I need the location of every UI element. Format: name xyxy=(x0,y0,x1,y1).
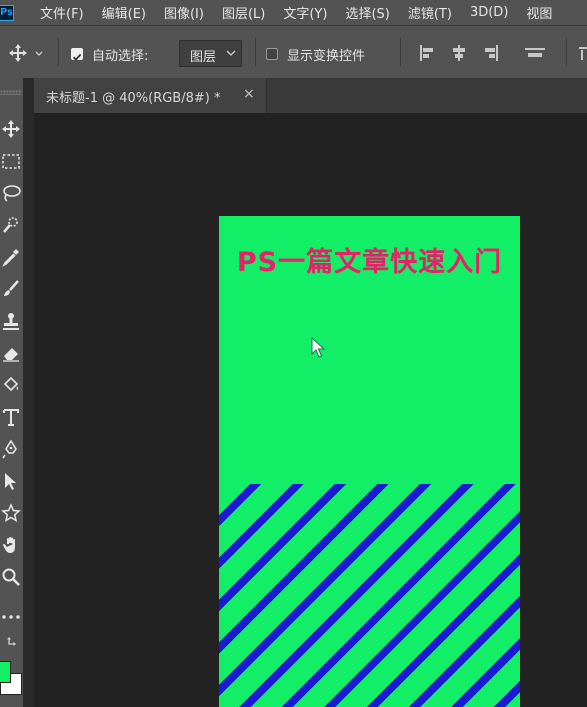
align-top-icon[interactable] xyxy=(524,44,545,62)
auto-select-label: 自动选择: xyxy=(92,49,149,64)
auto-select-target-dropdown[interactable]: 图层 xyxy=(179,40,242,67)
stamp-tool-icon[interactable] xyxy=(0,308,22,334)
menu-filter[interactable]: 滤镜(T) xyxy=(408,3,452,22)
mouse-cursor-icon xyxy=(311,336,327,363)
document-tab-title: 未标题-1 @ 40%(RGB/8#) * xyxy=(46,91,221,106)
menu-3d[interactable]: 3D(D) xyxy=(470,5,508,20)
zoom-tool-icon[interactable] xyxy=(0,564,22,590)
hand-tool-icon[interactable] xyxy=(0,532,22,558)
auto-select-checkbox[interactable] xyxy=(71,48,83,61)
chevron-down-icon xyxy=(226,47,236,63)
divider xyxy=(400,38,401,66)
paint-bucket-tool-icon[interactable] xyxy=(0,372,22,398)
canvas-heading-text[interactable]: PS一篇文章快速入门 xyxy=(219,240,520,279)
menu-bar: Ps 文件(F) 编辑(E) 图像(I) 图层(L) 文字(Y) 选择(S) 滤… xyxy=(0,0,587,25)
divider xyxy=(58,38,59,66)
panel-grip[interactable] xyxy=(0,90,22,95)
swap-colors-icon[interactable] xyxy=(4,634,22,652)
close-tab-icon[interactable]: × xyxy=(243,86,255,102)
pen-tool-icon[interactable] xyxy=(0,436,22,462)
align-right-icon[interactable] xyxy=(482,44,500,62)
brush-tool-icon[interactable] xyxy=(0,276,22,302)
menu-type[interactable]: 文字(Y) xyxy=(283,3,327,22)
document-canvas[interactable]: PS一篇文章快速入门 xyxy=(219,216,520,707)
menu-select[interactable]: 选择(S) xyxy=(345,3,389,22)
show-transform-label: 显示变换控件 xyxy=(287,49,366,64)
foreground-color-swatch[interactable] xyxy=(0,661,11,683)
move-tool-preset-icon[interactable] xyxy=(8,43,44,67)
tools-panel xyxy=(0,78,34,707)
distribute-icon[interactable] xyxy=(578,44,587,62)
eyedropper-tool-icon[interactable] xyxy=(0,244,22,270)
lasso-tool-icon[interactable] xyxy=(0,180,22,206)
marquee-tool-icon[interactable] xyxy=(0,148,22,174)
quick-select-tool-icon[interactable] xyxy=(0,212,22,238)
eraser-tool-icon[interactable] xyxy=(0,340,22,366)
divider xyxy=(566,38,567,66)
options-bar: 自动选择: 图层 显示变换控件 xyxy=(0,25,587,78)
document-tab[interactable]: 未标题-1 @ 40%(RGB/8#) * × xyxy=(34,78,267,113)
menu-view[interactable]: 视图 xyxy=(526,3,552,22)
menu-image[interactable]: 图像(I) xyxy=(164,3,204,22)
diagonal-stripe-pattern[interactable] xyxy=(219,484,520,707)
type-tool-icon[interactable] xyxy=(0,404,22,430)
auto-select-target-value: 图层 xyxy=(190,50,217,65)
document-tab-strip: 未标题-1 @ 40%(RGB/8#) * × xyxy=(34,78,587,113)
menu-layer[interactable]: 图层(L) xyxy=(222,3,265,22)
path-select-tool-icon[interactable] xyxy=(0,468,22,494)
menu-edit[interactable]: 编辑(E) xyxy=(102,3,146,22)
more-tools-icon[interactable] xyxy=(0,604,22,630)
menu-file[interactable]: 文件(F) xyxy=(40,3,84,22)
ps-logo[interactable]: Ps xyxy=(0,4,14,21)
align-left-icon[interactable] xyxy=(418,44,436,62)
align-center-icon[interactable] xyxy=(450,44,468,62)
show-transform-checkbox[interactable] xyxy=(266,48,278,60)
shape-tool-icon[interactable] xyxy=(0,500,22,526)
divider xyxy=(255,38,256,66)
panel-edge xyxy=(23,78,34,707)
move-tool-icon[interactable] xyxy=(0,116,22,142)
